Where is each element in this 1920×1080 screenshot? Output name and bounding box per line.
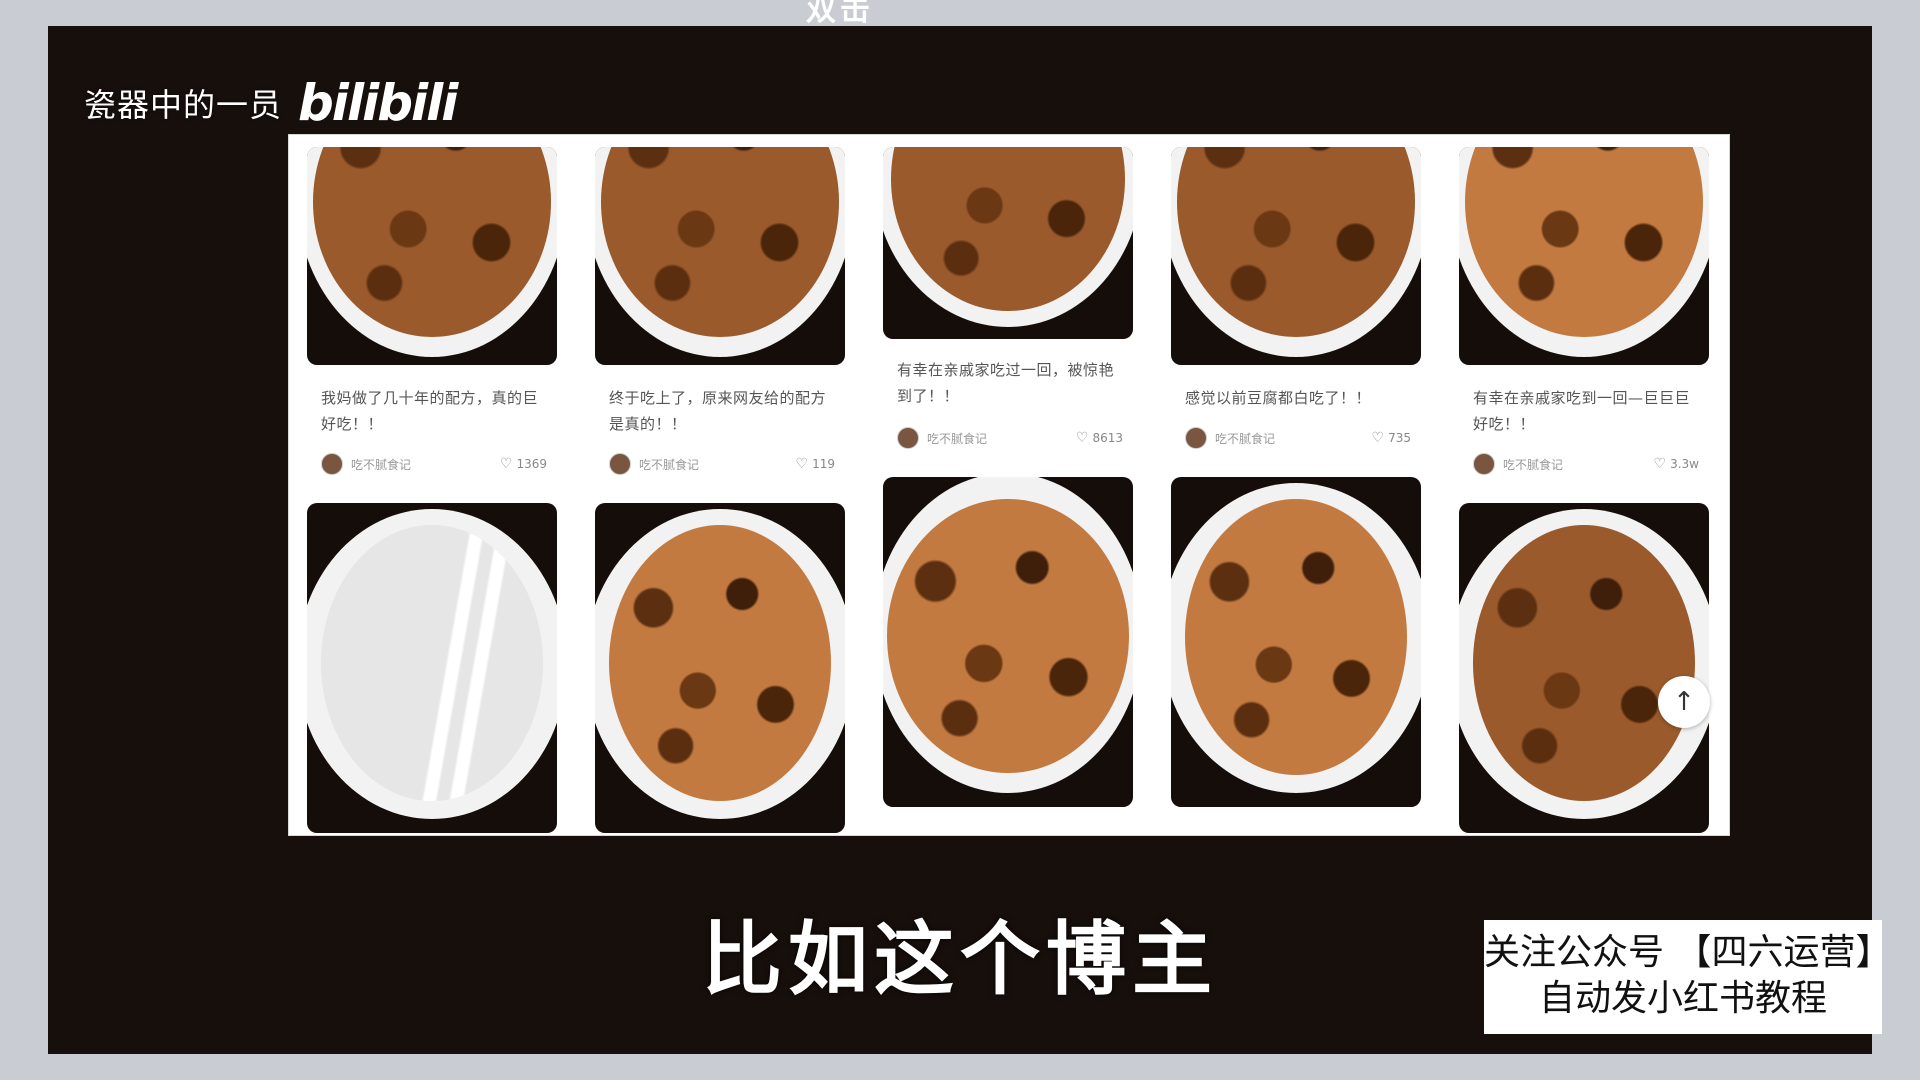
- card-title[interactable]: 感觉以前豆腐都白吃了！！: [1185, 385, 1411, 411]
- like-count[interactable]: ♡ 119: [796, 457, 835, 471]
- card-thumbnail[interactable]: [883, 477, 1133, 807]
- promo-box: 关注公众号 【四六运营】 自动发小红书教程: [1484, 920, 1892, 1034]
- back-to-top-button[interactable]: ↑: [1658, 676, 1710, 728]
- author-name[interactable]: 吃不腻食记: [639, 456, 796, 473]
- card-thumbnail[interactable]: [307, 503, 557, 833]
- author-name[interactable]: 吃不腻食记: [927, 430, 1076, 447]
- top-decoration: 双击: [806, 0, 874, 26]
- card-thumbnail[interactable]: [595, 147, 845, 365]
- avatar[interactable]: [1185, 427, 1207, 449]
- card-meta: 吃不腻食记 ♡ 735: [1185, 427, 1411, 449]
- heart-icon: ♡: [1371, 430, 1385, 446]
- card-thumbnail[interactable]: [307, 147, 557, 365]
- card-thumbnail[interactable]: [1459, 503, 1709, 833]
- card-title[interactable]: 有幸在亲戚家吃过一回，被惊艳到了！！: [897, 357, 1123, 409]
- card-meta: 吃不腻食记 ♡ 119: [609, 453, 835, 475]
- card-title[interactable]: 终于吃上了，原来网友给的配方是真的！！: [609, 385, 835, 437]
- channel-name: 瓷器中的一员: [84, 86, 283, 124]
- promo-line-2: 自动发小红书教程: [1538, 978, 1827, 1019]
- card-thumbnail[interactable]: [595, 503, 845, 833]
- card-title[interactable]: 有幸在亲戚家吃到一回—巨巨巨好吃！！: [1473, 385, 1699, 437]
- avatar[interactable]: [609, 453, 631, 475]
- like-count[interactable]: ♡ 1369: [500, 457, 547, 471]
- author-name[interactable]: 吃不腻食记: [1215, 430, 1372, 447]
- like-count[interactable]: ♡ 735: [1372, 431, 1411, 445]
- card-thumbnail[interactable]: [1171, 477, 1421, 807]
- card-meta: 吃不腻食记 ♡ 1369: [321, 453, 547, 475]
- like-count[interactable]: ♡ 8613: [1076, 431, 1123, 445]
- card-title[interactable]: 我妈做了几十年的配方，真的巨好吃！！: [321, 385, 547, 437]
- author-name[interactable]: 吃不腻食记: [351, 456, 500, 473]
- card-thumbnail[interactable]: [1459, 147, 1709, 365]
- heart-icon: ♡: [1075, 430, 1089, 446]
- heart-icon: ♡: [795, 456, 809, 472]
- card-meta: 吃不腻食记 ♡ 3.3w: [1473, 453, 1699, 475]
- avatar[interactable]: [897, 427, 919, 449]
- bilibili-logo: bilibili: [298, 74, 458, 132]
- author-name[interactable]: 吃不腻食记: [1503, 456, 1654, 473]
- heart-icon: ♡: [499, 456, 513, 472]
- like-count[interactable]: ♡ 3.3w: [1654, 457, 1699, 471]
- screenshot-feed: 我妈做了几十年的配方，真的巨好吃！！ 吃不腻食记 ♡ 1369 终于吃上了，原来网…: [288, 134, 1730, 836]
- card-thumbnail[interactable]: [883, 147, 1133, 339]
- channel-watermark: 瓷器中的一员 bilibili: [84, 74, 458, 132]
- avatar[interactable]: [321, 453, 343, 475]
- arrow-up-icon: ↑: [1673, 687, 1695, 717]
- avatar[interactable]: [1473, 453, 1495, 475]
- card-thumbnail[interactable]: [1171, 147, 1421, 365]
- promo-line-1: 关注公众号 【四六运营】: [1484, 932, 1892, 973]
- heart-icon: ♡: [1653, 456, 1667, 472]
- card-meta: 吃不腻食记 ♡ 8613: [897, 427, 1123, 449]
